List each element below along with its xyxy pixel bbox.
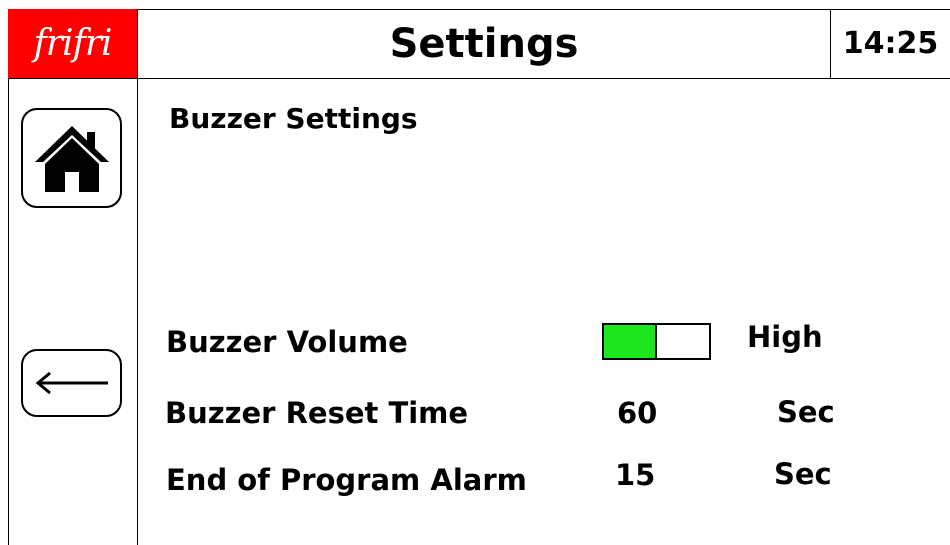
buzzer-reset-time-value[interactable]: 60	[617, 396, 657, 430]
sidebar-divider	[137, 9, 138, 545]
header-bottom-border	[8, 78, 950, 79]
page-title: Settings	[389, 20, 579, 67]
frame-left-border	[8, 9, 9, 545]
end-of-program-alarm-label: End of Program Alarm	[166, 463, 527, 497]
end-of-program-alarm-value[interactable]: 15	[615, 458, 655, 492]
back-button[interactable]	[21, 349, 122, 417]
end-of-program-alarm-unit: Sec	[774, 457, 832, 491]
volume-bar-fill	[604, 325, 657, 358]
buzzer-volume-label: Buzzer Volume	[166, 325, 408, 359]
buzzer-volume-level: High	[747, 320, 823, 354]
logo-text: frifri	[33, 23, 112, 64]
section-title: Buzzer Settings	[169, 102, 418, 135]
buzzer-reset-time-label: Buzzer Reset Time	[165, 396, 469, 430]
buzzer-volume-bar[interactable]	[602, 323, 711, 360]
buzzer-reset-time-unit: Sec	[777, 395, 835, 429]
arrow-left-icon	[35, 371, 108, 395]
brand-logo: frifri	[8, 9, 137, 78]
home-button[interactable]	[21, 108, 122, 208]
clock-display: 14:25	[842, 26, 939, 61]
home-icon	[34, 126, 109, 192]
